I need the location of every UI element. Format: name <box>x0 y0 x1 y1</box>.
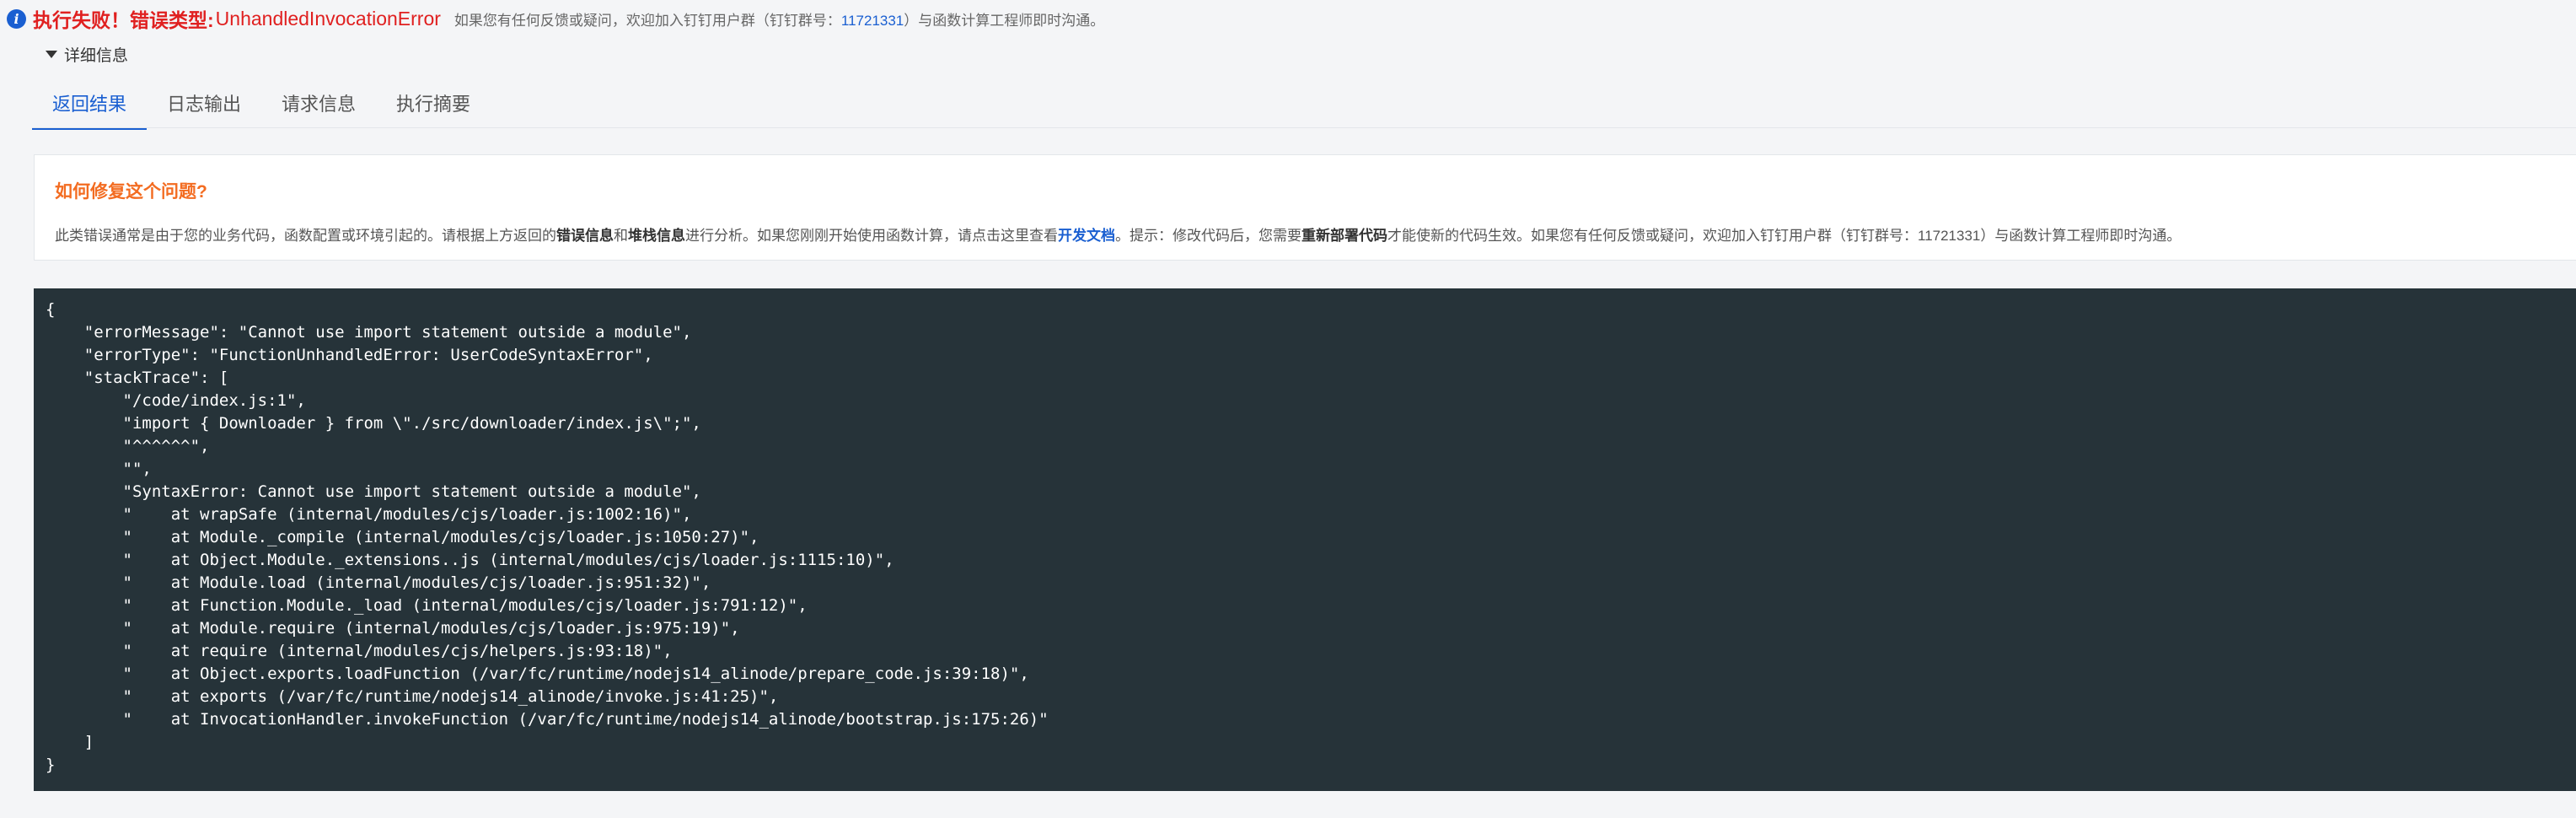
help-text-2: 和 <box>614 228 628 244</box>
tab-execution-summary[interactable]: 执行摘要 <box>376 87 491 127</box>
feedback-hint: 如果您有任何反馈或疑问，欢迎加入钉钉用户群（钉钉群号：11721331）与函数计… <box>454 8 1104 30</box>
error-type: UnhandledInvocationError <box>215 7 441 30</box>
dingtalk-group-number: 11721331 <box>840 12 904 29</box>
tab-return-result[interactable]: 返回结果 <box>32 87 148 130</box>
help-text-5: 才能使新的代码生效。如果您有任何反馈或疑问，欢迎加入钉钉用户群（钉钉群号：117… <box>1387 228 2182 244</box>
help-text-3: 进行分析。如果您刚刚开始使用函数计算，请点击这里查看 <box>685 228 1058 244</box>
help-bold-redeploy: 重新部署代码 <box>1301 228 1387 244</box>
help-bold-stack-info: 堆栈信息 <box>628 228 685 244</box>
help-bold-error-info: 错误信息 <box>556 228 614 244</box>
fix-help-box: 如何修复这个问题? 此类错误通常是由于您的业务代码，函数配置或环境引起的。请根据… <box>34 154 2576 261</box>
details-toggle[interactable]: 详细信息 <box>46 41 128 67</box>
error-json-output: { "errorMessage": "Cannot use import sta… <box>46 300 1049 774</box>
caret-down-icon <box>46 50 57 58</box>
info-icon: i <box>7 8 26 29</box>
tab-log-output[interactable]: 日志输出 <box>147 87 261 127</box>
help-title: 如何修复这个问题? <box>55 182 207 202</box>
dev-docs-link[interactable]: 开发文档 <box>1058 228 1115 244</box>
details-label: 详细信息 <box>64 46 129 65</box>
error-prefix: 执行失败！错误类型: <box>33 9 214 31</box>
error-header: i 执行失败！错误类型: UnhandledInvocationError 如果… <box>7 5 1104 32</box>
result-tabs: 返回结果 日志输出 请求信息 执行摘要 <box>32 87 491 130</box>
help-text-4: 。提示：修改代码后，您需要 <box>1115 228 1301 244</box>
hint-text-before: 如果您有任何反馈或疑问，欢迎加入钉钉用户群（钉钉群号： <box>453 12 841 29</box>
hint-text-after: ）与函数计算工程师即时沟通。 <box>904 12 1105 29</box>
tab-request-info[interactable]: 请求信息 <box>261 87 376 127</box>
help-text: 此类错误通常是由于您的业务代码，函数配置或环境引起的。请根据上方返回的错误信息和… <box>55 223 2181 245</box>
help-text-1: 此类错误通常是由于您的业务代码，函数配置或环境引起的。请根据上方返回的 <box>55 228 556 244</box>
result-code-panel: { "errorMessage": "Cannot use import sta… <box>34 288 2576 791</box>
tab-divider <box>32 127 2576 128</box>
